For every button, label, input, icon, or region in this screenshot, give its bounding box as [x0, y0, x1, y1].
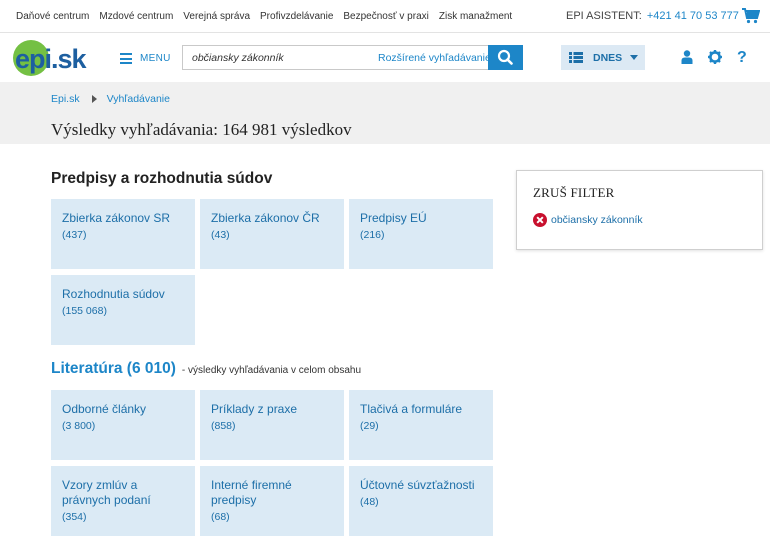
remove-filter-icon[interactable]: [533, 213, 547, 227]
topnav-zisk[interactable]: Zisk manažment: [439, 11, 512, 22]
breadcrumb: Epi.sk Vyhľadávanie: [51, 93, 170, 105]
active-filter-chip[interactable]: občiansky zákonník: [533, 213, 643, 227]
literatura-subtitle: - výsledky vyhľadávania v celom obsahu: [181, 365, 362, 376]
search-input[interactable]: [183, 46, 373, 69]
search-icon: [497, 49, 513, 65]
tile-label: Vzory zmlúv a právnych podaní: [62, 478, 151, 507]
page-title: Výsledky vyhľadávania: 164 981 výsledkov: [51, 120, 352, 139]
breadcrumb-home[interactable]: Epi.sk: [51, 93, 80, 105]
search-bar: Rozšírené vyhľadávanie: [182, 45, 523, 70]
tile-label: Rozhodnutia súdov: [62, 287, 165, 301]
tile-uctovne-suvztaznosti[interactable]: Účtovné súvzťažnosti (48): [349, 466, 493, 536]
tile-vzory-zmluv[interactable]: Vzory zmlúv a právnych podaní (354): [51, 466, 195, 536]
tile-count: (29): [360, 420, 379, 432]
cart-icon[interactable]: [742, 8, 760, 24]
tile-count: (48): [360, 496, 379, 508]
tile-label: Odborné články: [62, 402, 147, 416]
section-title-predpisy: Predpisy a rozhodnutia súdov: [51, 170, 273, 187]
top-bar: Daňové centrum Mzdové centrum Verejná sp…: [0, 0, 770, 33]
top-nav: Daňové centrum Mzdové centrum Verejná sp…: [16, 11, 522, 22]
advanced-search-link[interactable]: Rozšírené vyhľadávanie: [378, 52, 491, 64]
menu-button[interactable]: MENU: [120, 53, 171, 64]
tile-count: (155 068): [62, 305, 107, 317]
topnav-mzdy[interactable]: Mzdové centrum: [99, 11, 173, 22]
gear-icon[interactable]: [708, 50, 722, 64]
tile-label: Interné firemné predpisy: [211, 478, 292, 507]
tile-interne-predpisy[interactable]: Interné firemné predpisy (68): [200, 466, 344, 536]
tile-count: (216): [360, 229, 385, 241]
assistant-label: EPI ASISTENT:: [566, 10, 642, 22]
user-icon[interactable]: [681, 50, 693, 64]
tile-count: (354): [62, 511, 87, 523]
tile-label: Príklady z praxe: [211, 402, 298, 416]
svg-text:?: ?: [737, 49, 747, 64]
tile-tlaciva-formulare[interactable]: Tlačivá a formuláre (29): [349, 390, 493, 460]
tile-count: (437): [62, 229, 87, 241]
dnes-label: DNES: [593, 52, 623, 64]
header: epi.sk MENU Rozšírené vyhľadávanie DNES: [0, 34, 770, 82]
topnav-profivzdelavanie[interactable]: Profivzdelávanie: [260, 11, 333, 22]
tile-zbierka-cr[interactable]: Zbierka zákonov ČR (43): [200, 199, 344, 269]
topnav-dane[interactable]: Daňové centrum: [16, 11, 89, 22]
grid-icon: [569, 52, 583, 63]
tile-count: (858): [211, 420, 236, 432]
tile-label: Tlačivá a formuláre: [360, 402, 463, 416]
filter-panel: ZRUŠ FILTER občiansky zákonník: [516, 170, 763, 250]
breadcrumb-search[interactable]: Vyhľadávanie: [107, 93, 170, 105]
tile-count: (3 800): [62, 420, 96, 432]
logo-text: epi.sk: [15, 44, 88, 74]
dnes-dropdown[interactable]: DNES: [561, 45, 645, 70]
topnav-verejna-sprava[interactable]: Verejná správa: [183, 11, 250, 22]
assistant-phone[interactable]: +421 41 70 53 777: [647, 10, 739, 22]
tile-rozhodnutia-sudov[interactable]: Rozhodnutia súdov (155 068): [51, 275, 195, 345]
tile-label: Zbierka zákonov ČR: [211, 211, 320, 225]
title-band: Epi.sk Vyhľadávanie Výsledky vyhľadávani…: [0, 82, 770, 144]
literatura-heading[interactable]: Literatúra (6 010): [51, 360, 176, 378]
tile-predpisy-eu[interactable]: Predpisy EÚ (216): [349, 199, 493, 269]
tile-label: Zbierka zákonov SR: [62, 211, 171, 225]
tile-label: Účtovné súvzťažnosti: [360, 478, 475, 492]
search-button[interactable]: [488, 45, 523, 70]
assistant-contact: EPI ASISTENT: +421 41 70 53 777: [566, 10, 739, 22]
filter-title: ZRUŠ FILTER: [533, 185, 615, 200]
chevron-right-icon: [91, 95, 97, 103]
menu-label: MENU: [140, 53, 171, 64]
tile-count: (68): [211, 511, 230, 523]
tile-priklady-z-praxe[interactable]: Príklady z praxe (858): [200, 390, 344, 460]
epi-logo[interactable]: epi.sk: [12, 39, 104, 77]
tile-zbierka-sr[interactable]: Zbierka zákonov SR (437): [51, 199, 195, 269]
tile-odborne-clanky[interactable]: Odborné články (3 800): [51, 390, 195, 460]
help-icon[interactable]: ?: [736, 48, 748, 64]
menu-icon: [120, 53, 132, 64]
section-title-literatura: Literatúra (6 010) - výsledky vyhľadávan…: [51, 360, 361, 378]
chevron-down-icon: [630, 55, 638, 60]
tile-label: Predpisy EÚ: [360, 211, 427, 225]
tile-count: (43): [211, 229, 230, 241]
topnav-bezpecnost[interactable]: Bezpečnosť v praxi: [343, 11, 428, 22]
active-filter-label: občiansky zákonník: [551, 214, 643, 226]
